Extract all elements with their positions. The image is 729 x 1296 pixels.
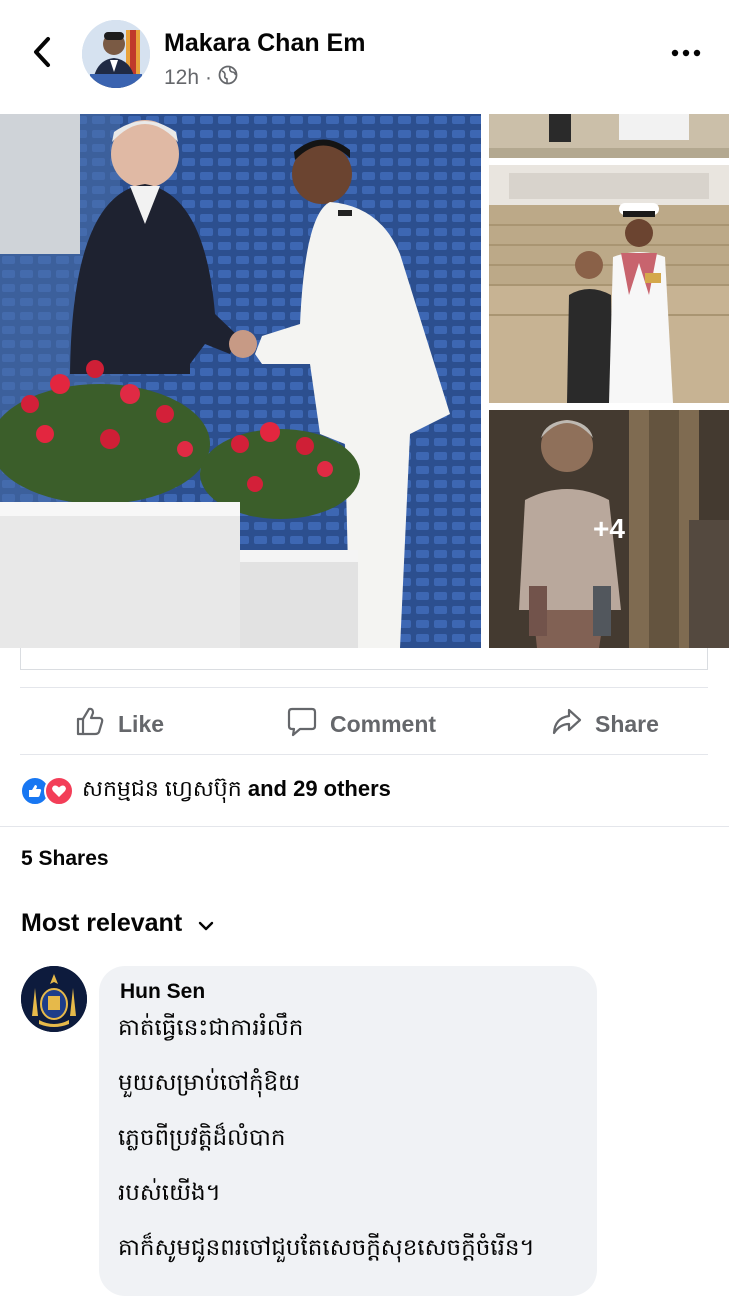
share-button[interactable]: Share xyxy=(551,705,659,743)
grid-photo-top[interactable] xyxy=(489,114,729,158)
comment-line: គាត់ធ្វើនេះជាការរំលឹក xyxy=(118,1014,304,1040)
reaction-others: and 29 others xyxy=(247,776,391,801)
share-arrow-icon xyxy=(551,705,583,743)
like-label: Like xyxy=(118,710,165,737)
comment-line: ភ្លេចពីប្រវត្តិដ៏លំបាក xyxy=(118,1124,286,1150)
divider xyxy=(20,687,708,688)
photo-bottom-border xyxy=(20,648,708,670)
more-photos-count[interactable]: +4 xyxy=(489,410,729,648)
love-reaction-icon xyxy=(44,776,74,806)
more-options-button[interactable] xyxy=(664,38,708,68)
post-meta: 12h · xyxy=(164,65,238,91)
author-name[interactable]: Makara Chan Em xyxy=(164,29,365,58)
comment-line: របស់យើង។ xyxy=(118,1179,221,1205)
grid-photo-bottom[interactable]: +4 xyxy=(489,410,729,648)
share-label: Share xyxy=(595,710,659,737)
thumbs-up-icon xyxy=(74,705,106,743)
reaction-names: សកម្មជន ហ្វេសប៊ុក and 29 others xyxy=(82,775,391,807)
grid-photo-middle[interactable] xyxy=(489,165,729,403)
back-button[interactable] xyxy=(22,30,62,78)
shares-count[interactable]: 5 Shares xyxy=(21,847,109,871)
author-avatar[interactable] xyxy=(82,20,150,88)
more-dots-icon xyxy=(671,44,701,62)
meta-separator: · xyxy=(205,66,213,89)
comment-line: មួយសម្រាប់ចៅកុំឱយ xyxy=(118,1069,301,1095)
post-time[interactable]: 12h xyxy=(164,66,199,90)
comment-bubble-icon xyxy=(286,705,318,743)
main-photo[interactable] xyxy=(0,114,481,648)
divider xyxy=(0,826,729,827)
like-button[interactable]: Like xyxy=(74,705,164,743)
divider xyxy=(20,754,708,755)
commenter-name[interactable]: Hun Sen xyxy=(120,980,205,1004)
chevron-down-icon xyxy=(198,909,214,938)
commenter-avatar[interactable] xyxy=(21,966,87,1032)
sort-label: Most relevant xyxy=(21,909,183,937)
comment-button[interactable]: Comment xyxy=(286,705,436,743)
globe-icon xyxy=(218,65,238,91)
comment-sort-dropdown[interactable]: Most relevant xyxy=(21,909,214,938)
reactions-summary[interactable]: សកម្មជន ហ្វេសប៊ុក and 29 others xyxy=(20,775,391,807)
comment-line: គាក៏សូមជូនពរចៅជួបតែសេចក្តីសុខសេចក្តីចំរើ… xyxy=(118,1234,535,1260)
comment-label: Comment xyxy=(330,710,437,737)
reaction-people: សកម្មជន ហ្វេសប៊ុក xyxy=(82,776,242,801)
chevron-left-icon xyxy=(31,36,53,73)
